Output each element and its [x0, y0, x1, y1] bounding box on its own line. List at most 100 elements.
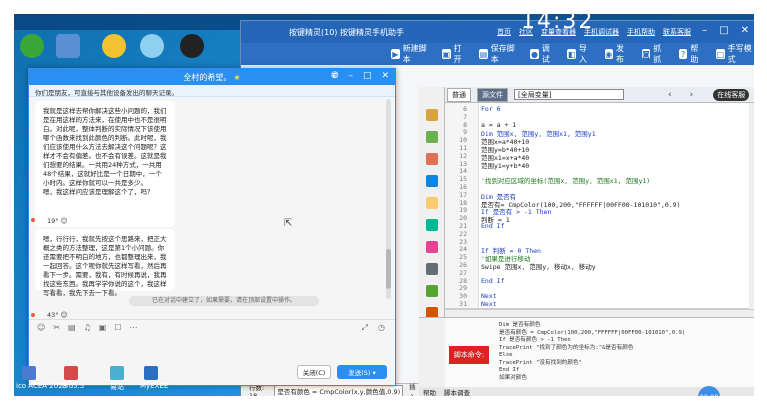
debug-button[interactable]: ● 调试: [530, 43, 555, 65]
line-number: 6: [463, 105, 467, 113]
scope-combo[interactable]: [全局变量]: [514, 89, 624, 100]
code-line[interactable]: 20 判断 = 1: [445, 214, 745, 224]
code-line[interactable]: 8 a = a + 1: [445, 121, 745, 129]
tab-help[interactable]: 帮助: [423, 387, 436, 396]
save-script-button[interactable]: ▤ 保存脚本: [479, 43, 518, 65]
command-icon-8[interactable]: [426, 263, 438, 275]
link-help[interactable]: 手机帮助: [627, 27, 655, 37]
code-horizontal-scrollbar[interactable]: [445, 309, 754, 317]
link-home[interactable]: 首页: [497, 27, 511, 37]
message-input[interactable]: [29, 335, 395, 363]
code-line[interactable]: 17 Dim 是否有: [445, 191, 745, 201]
chat-minimize-icon[interactable]: –: [348, 71, 353, 81]
help-button[interactable]: ? 帮助: [678, 43, 704, 65]
import-icon: ◧: [567, 49, 576, 59]
ide-toolbar: ▶ 新建脚本 ▣ 打开 ▤ 保存脚本 ● 调试 ◧ 导入 ◉ 发布 ◙ 抓抓 ? 帮助 □ 手写模…: [241, 43, 754, 65]
code-line[interactable]: 28 End If: [445, 277, 745, 285]
code-editor[interactable]: 6 For 6 78 a = a + 1 9 Dim 范围x, 范围y, 范围x1, 范围…: [445, 103, 754, 309]
window-icon[interactable]: ☐: [114, 323, 121, 332]
link-contact[interactable]: 联系客服: [663, 27, 691, 37]
code-line[interactable]: 13 范围y1=y+b*40: [445, 160, 745, 170]
code-line[interactable]: 9 Dim 范围x, 范围y, 范围x1, 范围y1: [445, 128, 745, 138]
chat-close-button[interactable]: 关闭(C): [297, 365, 331, 379]
example-line-1: Dim 是否有颜色: [499, 322, 541, 328]
window-controls: – □ ✕: [702, 25, 749, 36]
chat-menu-icon[interactable]: ≡: [331, 71, 339, 81]
bottom-icon-3[interactable]: [110, 366, 124, 380]
code-line[interactable]: 12 范围x1=x+a*40: [445, 152, 745, 162]
prev-icon[interactable]: ‹: [668, 90, 672, 100]
minimize-icon[interactable]: –: [702, 25, 707, 36]
file-icon[interactable]: ▤: [68, 323, 76, 332]
code-line[interactable]: 16: [445, 183, 745, 191]
tab-source[interactable]: 源文件: [477, 87, 508, 102]
link-debugger[interactable]: 手机调试器: [584, 27, 619, 37]
tab-normal[interactable]: 普通: [447, 87, 471, 102]
capture-button[interactable]: ◙ 抓抓: [641, 43, 667, 65]
emoji-icon[interactable]: ☺: [37, 323, 45, 332]
more-icon[interactable]: ⋯: [130, 323, 138, 332]
code-line[interactable]: 15 '找到对应区域的坐标(范围x, 范围y, 范围x1, 范围y1): [445, 175, 745, 185]
command-icon-2[interactable]: [426, 131, 438, 143]
tab-script-debug[interactable]: 脚本调查: [444, 387, 470, 396]
code-line[interactable]: 19 If 是否有 > -1 Then: [445, 206, 745, 216]
chat-close-icon[interactable]: ✕: [381, 71, 389, 81]
chat-scroll-thumb[interactable]: [386, 249, 391, 289]
desk-icon-1[interactable]: [20, 34, 44, 58]
star-icon[interactable]: ★: [233, 73, 240, 82]
message-marker-1: [31, 218, 35, 222]
code-vertical-scrollbar[interactable]: [749, 103, 754, 309]
desk-icon-4[interactable]: [140, 34, 164, 58]
command-icon-3[interactable]: [426, 153, 438, 165]
chat-tools-right: ⤢ ◷: [362, 323, 395, 333]
bottom-icon-4[interactable]: [144, 366, 158, 380]
desk-icon-2[interactable]: [56, 34, 80, 58]
code-line[interactable]: 14: [445, 167, 745, 175]
code-line[interactable]: 30 Next: [445, 292, 745, 300]
code-line[interactable]: 25 '如果是进行移动: [445, 253, 745, 263]
bottom-icon-2[interactable]: [64, 366, 78, 380]
music-icon[interactable]: ♫: [84, 323, 91, 332]
code-line[interactable]: 7: [445, 113, 745, 121]
command-icon-1[interactable]: [426, 109, 438, 121]
command-icon-4[interactable]: [426, 175, 438, 187]
chat-maximize-icon[interactable]: □: [363, 71, 372, 81]
bottom-icon-1[interactable]: [22, 366, 36, 380]
code-line[interactable]: 29: [445, 284, 745, 292]
expand-icon[interactable]: ⤢: [362, 323, 368, 333]
close-icon[interactable]: ✕: [741, 25, 749, 36]
code-line[interactable]: 10 范围x=a*40+10: [445, 136, 745, 146]
chat-scrollbar[interactable]: [386, 99, 391, 299]
history-icon[interactable]: ◷: [378, 323, 385, 333]
desk-icon-3[interactable]: [102, 34, 126, 58]
code-line[interactable]: 22: [445, 230, 745, 238]
code-line[interactable]: 26 Swipe 范围x, 范围y, 移动x, 移动y: [445, 261, 745, 271]
line-number: 19: [459, 206, 467, 215]
code-line[interactable]: 11 范围y=b*40+10: [445, 144, 745, 154]
desk-icon-5[interactable]: [180, 34, 204, 58]
link-community[interactable]: 社区: [519, 27, 533, 37]
code-line[interactable]: 31 Next: [445, 300, 745, 308]
online-help-badge[interactable]: 在线客服: [713, 88, 750, 101]
new-script-button[interactable]: ▶ 新建脚本: [391, 43, 430, 65]
send-button[interactable]: 发送(S) ▾: [337, 365, 387, 379]
code-line[interactable]: 6 For 6: [445, 105, 745, 113]
code-line[interactable]: 18 是否有= CmpColor(100,200,"FFFFFF|00FF00-1…: [445, 199, 745, 209]
next-icon[interactable]: ›: [690, 90, 694, 100]
maximize-icon[interactable]: □: [719, 25, 728, 36]
code-line[interactable]: 23: [445, 238, 745, 246]
import-button[interactable]: ◧ 导入: [567, 43, 592, 65]
command-icon-6[interactable]: [426, 219, 438, 231]
code-line[interactable]: 24 If 判断 = 0 Then: [445, 245, 745, 255]
code-line[interactable]: 21 End If: [445, 222, 745, 230]
scissors-icon[interactable]: ✂: [53, 323, 60, 332]
command-icon-9[interactable]: [426, 285, 438, 297]
open-button[interactable]: ▣ 打开: [442, 43, 467, 65]
code-line[interactable]: 27: [445, 269, 745, 277]
command-icon-5[interactable]: [426, 197, 438, 209]
publish-button[interactable]: ◉ 发布: [604, 43, 630, 65]
image-icon[interactable]: ▣: [99, 323, 107, 332]
handwrite-button[interactable]: □ 手写模式: [716, 43, 754, 65]
command-icon-7[interactable]: [426, 241, 438, 253]
link-variables[interactable]: 变量查看器: [541, 27, 576, 37]
